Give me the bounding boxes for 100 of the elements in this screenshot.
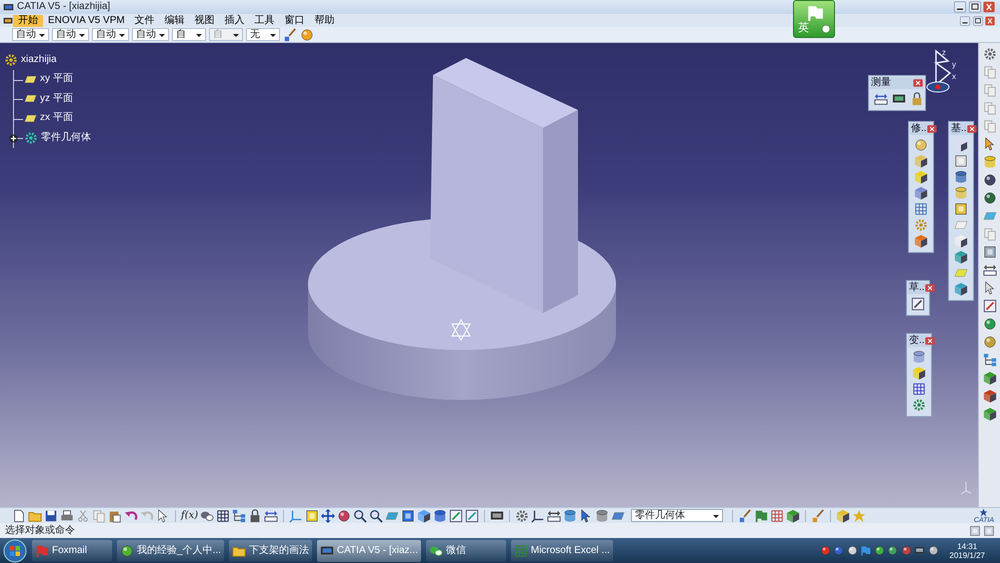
- start-orb-icon[interactable]: [3, 538, 27, 562]
- menu-item[interactable]: 视图: [190, 14, 220, 26]
- expand-icon[interactable]: [9, 134, 18, 143]
- ruler-icon[interactable]: [264, 508, 278, 522]
- dropdown[interactable]: 无: [246, 28, 280, 41]
- dropdown[interactable]: 自动: [132, 28, 169, 41]
- maximize-icon[interactable]: [968, 1, 980, 13]
- maximize-icon[interactable]: [972, 16, 982, 26]
- square-icon[interactable]: [954, 154, 968, 168]
- sphere-icon[interactable]: [982, 191, 996, 205]
- flag-icon[interactable]: [754, 508, 768, 522]
- tree-item[interactable]: zx 平面: [40, 112, 73, 124]
- monitor-icon[interactable]: [914, 545, 926, 556]
- ruler-icon[interactable]: [982, 263, 996, 277]
- pointer-icon[interactable]: [982, 281, 996, 295]
- taskbar-button[interactable]: 下支架的画法: [228, 540, 312, 562]
- body-dropdown[interactable]: 零件几何体: [631, 509, 724, 522]
- window-close-icon[interactable]: [985, 16, 995, 26]
- tree-item[interactable]: xiazhijia: [21, 54, 57, 66]
- bubble-icon[interactable]: [200, 508, 214, 522]
- gear-icon[interactable]: [912, 398, 926, 412]
- sphere-icon[interactable]: [337, 508, 352, 522]
- cube-icon[interactable]: [954, 234, 968, 248]
- sphere-icon[interactable]: [300, 28, 314, 42]
- menu-item[interactable]: 文件: [130, 14, 160, 26]
- cube-icon[interactable]: [912, 366, 926, 380]
- menu-item[interactable]: 工具: [250, 14, 280, 26]
- dropdown[interactable]: 自动: [12, 28, 49, 41]
- close-icon[interactable]: [924, 283, 935, 293]
- dropdown[interactable]: 自动: [52, 28, 89, 41]
- cylinder-icon[interactable]: [954, 170, 968, 184]
- gear-icon[interactable]: [4, 52, 18, 67]
- cylinder-icon[interactable]: [563, 508, 578, 522]
- brush-icon[interactable]: [283, 28, 297, 42]
- sphere-icon[interactable]: [874, 545, 885, 556]
- cross-arrows-icon[interactable]: [321, 508, 336, 522]
- window-close-icon[interactable]: [983, 1, 995, 13]
- zoom-icon[interactable]: [369, 508, 384, 522]
- square-icon[interactable]: [305, 508, 320, 522]
- cylinder-icon[interactable]: [912, 350, 926, 364]
- taskbar-button[interactable]: Microsoft Excel ...: [510, 540, 613, 562]
- sphere-icon[interactable]: [982, 173, 996, 187]
- dropdown[interactable]: 自动: [92, 28, 129, 41]
- cube-icon[interactable]: [954, 250, 968, 264]
- padlock-icon[interactable]: [910, 92, 924, 106]
- printer-icon[interactable]: [60, 508, 74, 522]
- cube-icon[interactable]: [914, 234, 928, 248]
- grid-icon[interactable]: [912, 382, 926, 396]
- cube-icon[interactable]: [982, 371, 996, 385]
- axes-icon[interactable]: [531, 508, 546, 522]
- cube-icon[interactable]: [954, 282, 968, 296]
- sketch-icon[interactable]: [911, 297, 925, 311]
- close-icon[interactable]: [913, 78, 923, 88]
- sphere-icon[interactable]: [833, 545, 844, 556]
- cube-icon[interactable]: [982, 389, 996, 403]
- tree-item[interactable]: yz 平面: [40, 92, 73, 105]
- menu-item[interactable]: ENOVIA V5 VPM: [43, 14, 130, 26]
- sphere-icon[interactable]: [982, 317, 996, 331]
- sphere-icon[interactable]: [914, 138, 928, 152]
- dropdown[interactable]: 自: [172, 28, 206, 41]
- taskbar-button[interactable]: Foxmail: [32, 540, 112, 562]
- cube-icon[interactable]: [786, 508, 800, 522]
- sphere-icon[interactable]: [846, 545, 858, 556]
- sphere-icon[interactable]: [900, 545, 912, 556]
- sphere-icon[interactable]: [982, 335, 996, 349]
- formula-button[interactable]: f(x): [181, 510, 198, 522]
- menu-item[interactable]: 插入: [220, 14, 250, 26]
- cube-icon[interactable]: [914, 186, 928, 200]
- clipboard-icon[interactable]: [108, 508, 122, 522]
- close-icon[interactable]: [924, 336, 935, 346]
- cylinder-icon[interactable]: [954, 186, 968, 200]
- star-icon[interactable]: [852, 508, 866, 522]
- cube-icon[interactable]: [417, 508, 432, 522]
- tree-item[interactable]: 零件几何体: [41, 132, 91, 144]
- pointer-icon[interactable]: [156, 508, 170, 522]
- gear-icon[interactable]: [982, 47, 996, 61]
- square-icon[interactable]: [954, 202, 968, 216]
- cylinder-icon[interactable]: [433, 508, 448, 522]
- taskbar-button[interactable]: 我的经验_个人中...: [117, 540, 224, 562]
- cube-icon[interactable]: [914, 170, 928, 184]
- cube-icon[interactable]: [914, 154, 928, 168]
- cylinder-icon[interactable]: [982, 155, 996, 169]
- padlock-icon[interactable]: [248, 508, 262, 522]
- minimize-icon[interactable]: [954, 1, 966, 13]
- tree-icon[interactable]: [232, 508, 246, 522]
- brush-icon[interactable]: [811, 508, 826, 522]
- ruler-icon[interactable]: [874, 92, 888, 106]
- zoom-icon[interactable]: [353, 508, 368, 522]
- sphere-icon[interactable]: [887, 545, 898, 556]
- compass-icon[interactable]: [926, 49, 952, 92]
- pointer-icon[interactable]: [982, 137, 996, 151]
- sphere-icon[interactable]: [820, 545, 831, 556]
- menu-item[interactable]: 窗口: [280, 14, 310, 26]
- menu-item[interactable]: 开始: [13, 14, 43, 26]
- tree-icon[interactable]: [982, 353, 996, 367]
- sketch-icon[interactable]: [465, 508, 480, 522]
- grid-icon[interactable]: [216, 508, 230, 522]
- cube-icon[interactable]: [954, 138, 968, 152]
- monitor-icon[interactable]: [490, 508, 504, 522]
- menu-item[interactable]: 编辑: [160, 14, 190, 26]
